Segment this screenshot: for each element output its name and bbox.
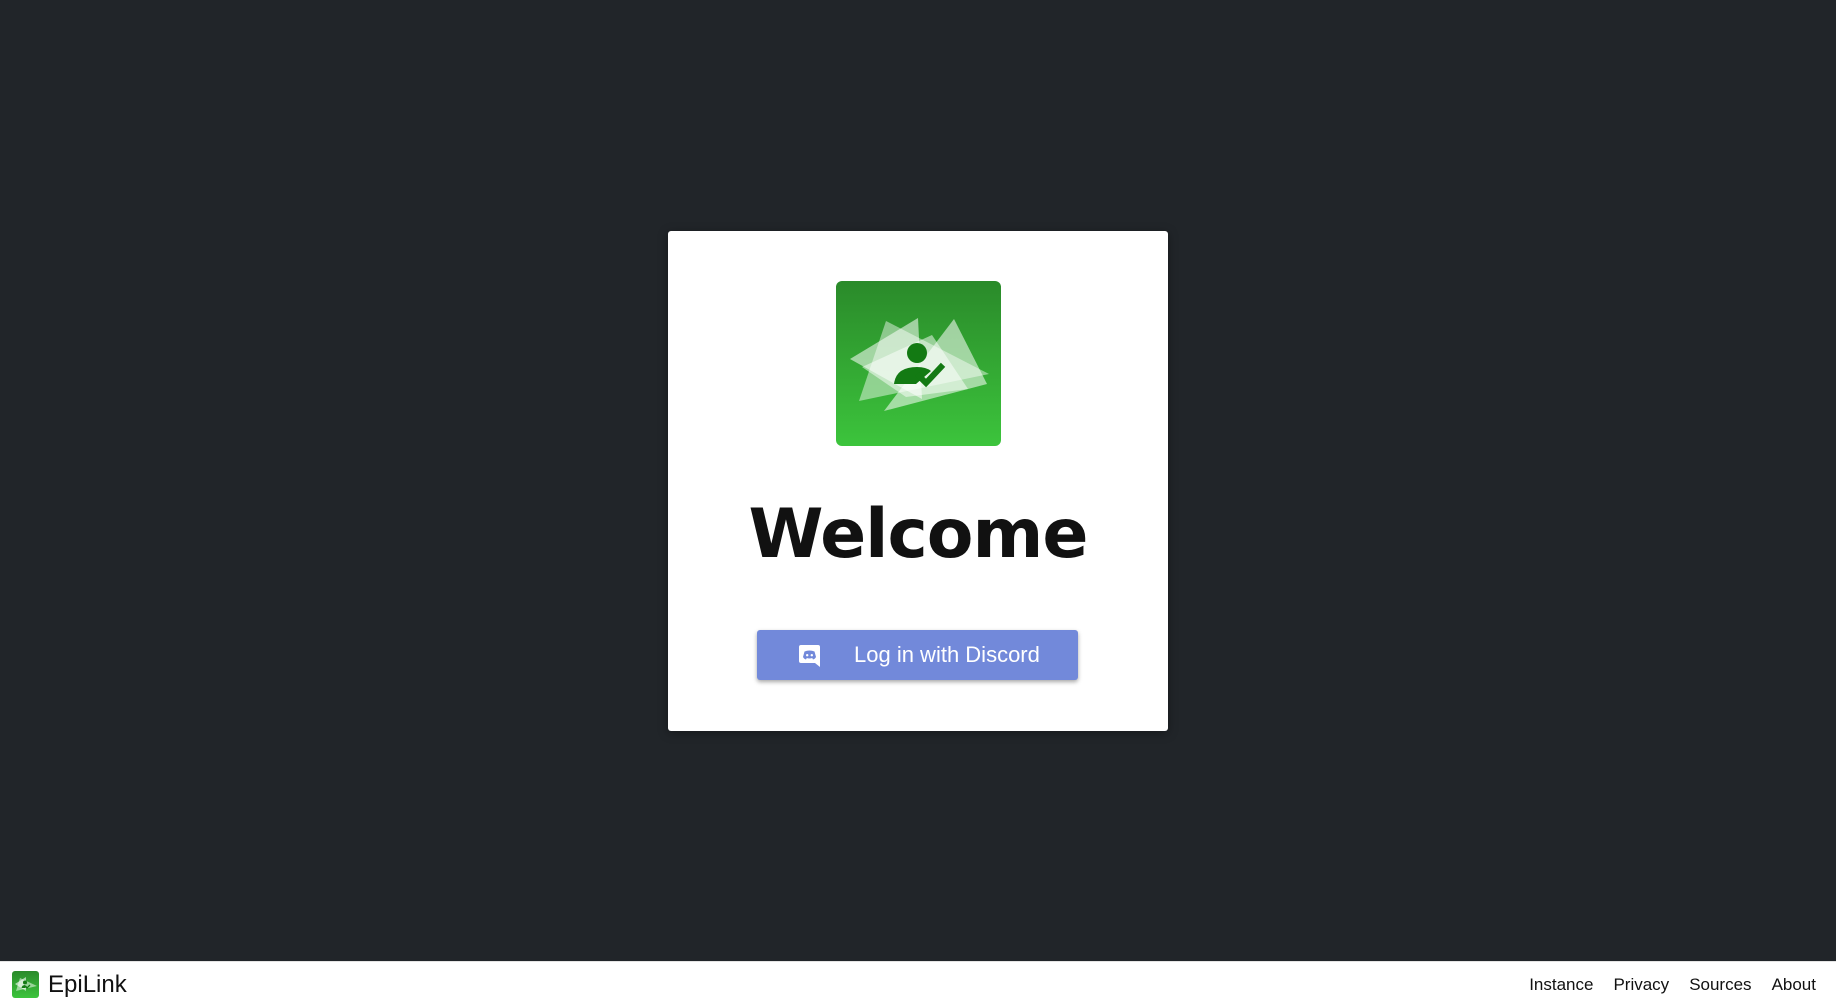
- login-card: Welcome Log in with Discord: [668, 231, 1168, 731]
- welcome-heading: Welcome: [748, 495, 1088, 574]
- page-background: Welcome Log in with Discord: [0, 0, 1836, 961]
- discord-icon: [798, 644, 821, 668]
- epilink-brand-icon: [12, 971, 39, 998]
- footer-link-about[interactable]: About: [1772, 975, 1816, 995]
- brand-name: EpiLink: [48, 971, 127, 998]
- footer-link-sources[interactable]: Sources: [1689, 975, 1751, 995]
- footer-nav: Instance Privacy Sources About: [1509, 962, 1816, 1006]
- footer-link-privacy[interactable]: Privacy: [1613, 975, 1669, 995]
- footer-bar: EpiLink Instance Privacy Sources About: [0, 961, 1836, 1006]
- epilink-logo-icon: [836, 281, 1001, 446]
- brand-home-link[interactable]: EpiLink: [12, 971, 127, 998]
- discord-login-button[interactable]: Log in with Discord: [757, 630, 1078, 680]
- footer-link-instance[interactable]: Instance: [1529, 975, 1593, 995]
- discord-login-label: Log in with Discord: [854, 642, 1040, 667]
